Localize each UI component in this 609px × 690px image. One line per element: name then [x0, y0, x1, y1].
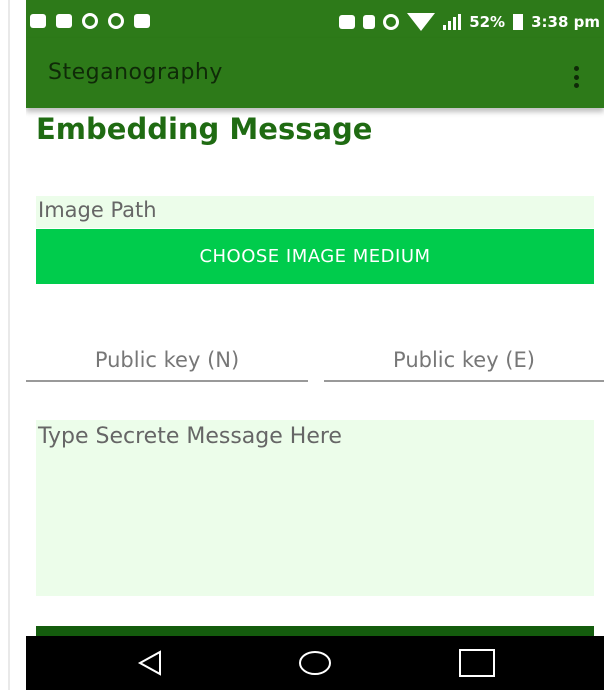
recent-apps-icon[interactable]: [458, 648, 496, 678]
choose-image-button[interactable]: CHOOSE IMAGE MEDIUM: [36, 229, 594, 284]
secret-message-input[interactable]: Type Secrete Message Here: [36, 420, 594, 596]
clock: 3:38 pm: [531, 13, 600, 31]
image-path-label: Image Path: [38, 198, 157, 222]
status-bar: 52% 3:38 pm: [26, 0, 604, 38]
message-placeholder: Type Secrete Message Here: [38, 424, 342, 449]
nfc-icon: [339, 15, 356, 29]
home-icon[interactable]: [298, 649, 332, 677]
signal-icon: [443, 14, 462, 30]
system-status: 52% 3:38 pm: [339, 13, 600, 31]
phone-frame: 52% 3:38 pm Steganography Embedding Mess…: [0, 0, 609, 690]
overflow-menu-icon[interactable]: [574, 66, 580, 88]
messenger-icon: [108, 13, 124, 29]
gallery-icon: [134, 14, 150, 28]
public-key-e-input[interactable]: Public key (E): [324, 342, 604, 382]
app-title: Steganography: [48, 60, 223, 85]
vibrate-icon: [363, 15, 376, 29]
image-path-field: Image Path: [36, 196, 594, 228]
whatsapp-icon: [82, 13, 98, 29]
screen: 52% 3:38 pm Steganography Embedding Mess…: [26, 0, 604, 690]
navigation-bar: [26, 636, 604, 690]
frame-edge: [8, 0, 10, 690]
public-key-n-input[interactable]: Public key (N): [26, 342, 308, 382]
alarm-icon: [383, 14, 400, 30]
overflow-dot: [574, 74, 579, 80]
message-icon: [30, 14, 46, 28]
app-bar: Steganography: [26, 38, 604, 108]
overflow-dot: [574, 66, 579, 71]
notification-icons: [30, 12, 150, 30]
back-icon[interactable]: [136, 649, 164, 677]
overflow-dot: [574, 83, 579, 88]
facebook-icon: [56, 14, 72, 28]
wifi-icon: [407, 13, 436, 31]
page-title: Embedding Message: [36, 112, 373, 146]
battery-percent: 52%: [469, 13, 506, 31]
battery-icon: [513, 14, 524, 30]
